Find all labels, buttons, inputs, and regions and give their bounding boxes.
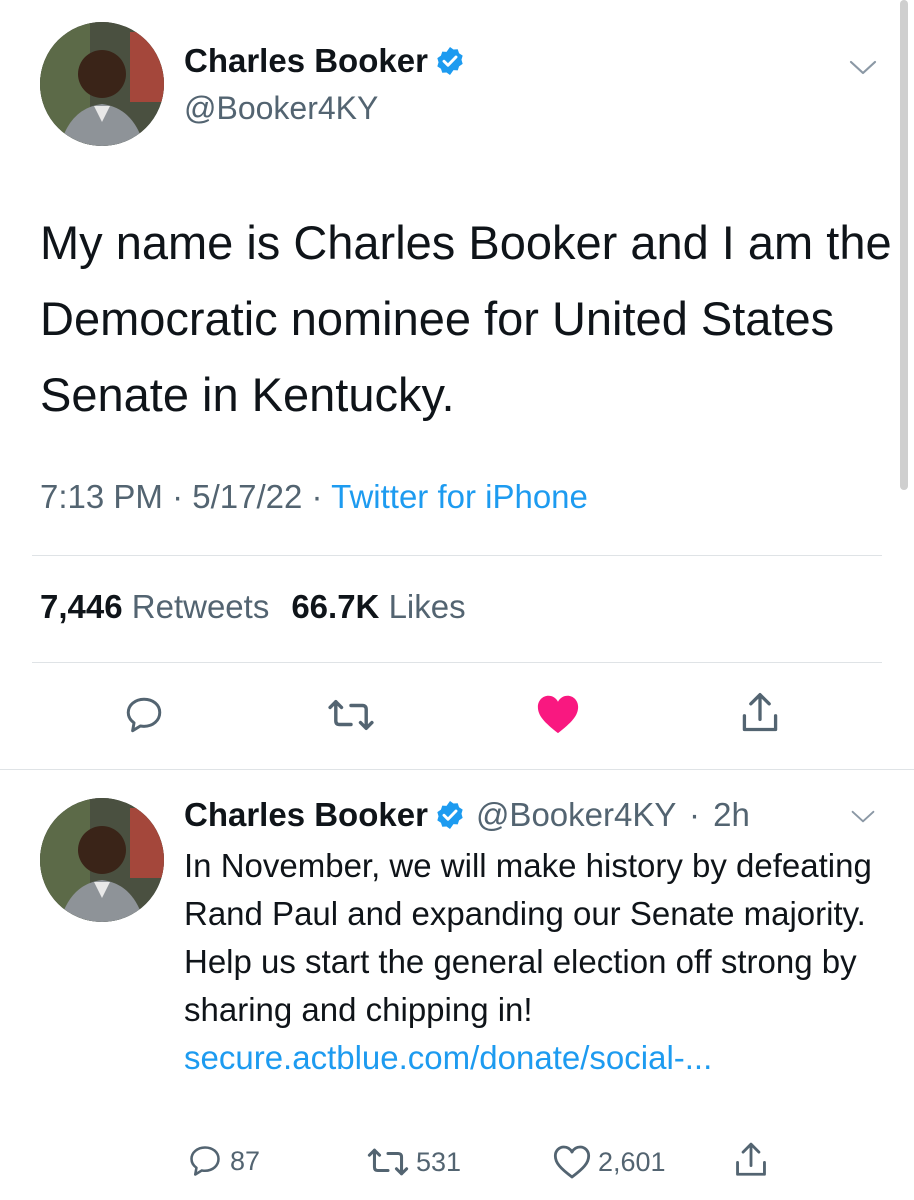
tweet-date: 5/17/22 <box>192 478 303 515</box>
divider <box>32 555 882 556</box>
author-name-text: Charles Booker <box>184 42 428 79</box>
reply-button[interactable] <box>122 694 166 736</box>
reply-age: 2h <box>713 796 750 833</box>
reply-author-handle[interactable]: @Booker4KY <box>476 796 676 833</box>
reply-reply-button[interactable]: 87 <box>186 1143 260 1179</box>
avatar-image <box>40 798 164 922</box>
reply-like-button[interactable]: 2,601 <box>552 1143 666 1181</box>
author-name[interactable]: Charles Booker <box>184 42 466 80</box>
retweet-count: 531 <box>416 1146 462 1177</box>
meta-separator: · <box>172 478 184 515</box>
retweet-arrows-icon <box>328 699 374 731</box>
reply-author-name[interactable]: Charles Booker <box>184 796 428 833</box>
meta-separator: · <box>688 796 700 833</box>
reply-header: Charles Booker @Booker4KY · 2h <box>184 796 750 834</box>
tweet-text: My name is Charles Booker and I am the D… <box>40 216 892 421</box>
scrollbar[interactable] <box>900 0 908 490</box>
divider <box>32 662 882 663</box>
meta-separator: · <box>311 478 323 515</box>
author-handle[interactable]: @Booker4KY <box>184 90 378 127</box>
share-upload-icon <box>742 693 778 732</box>
verified-badge-icon <box>434 799 466 831</box>
like-button[interactable] <box>535 692 581 736</box>
heart-icon <box>553 1145 591 1179</box>
retweet-button[interactable] <box>326 696 376 734</box>
reply-author-avatar[interactable] <box>40 798 164 922</box>
heart-icon <box>537 695 579 734</box>
retweet-arrows-icon <box>367 1148 409 1176</box>
tweet-time: 7:13 PM <box>40 478 163 515</box>
chevron-down-icon[interactable] <box>850 808 876 826</box>
retweets-stat[interactable]: 7,446 Retweets <box>40 588 269 625</box>
speech-bubble-icon <box>190 1146 220 1176</box>
reply-text-body: In November, we will make history by def… <box>184 847 872 1028</box>
likes-count: 66.7K <box>291 588 380 625</box>
reply-share-button[interactable] <box>732 1140 770 1180</box>
reply-count: 87 <box>230 1145 261 1176</box>
reply-tweet-text: In November, we will make history by def… <box>184 842 884 1082</box>
tweet-metadata: 7:13 PM · 5/17/22 · Twitter for iPhone <box>40 478 588 516</box>
likes-stat[interactable]: 66.7K Likes <box>291 588 465 625</box>
like-count: 2,601 <box>598 1146 666 1177</box>
divider <box>0 769 914 770</box>
tweet-source-link[interactable]: Twitter for iPhone <box>331 478 588 515</box>
tweet-detail-screen: Charles Booker @Booker4KY My name is Cha… <box>0 0 914 1200</box>
avatar-image <box>40 22 164 146</box>
speech-bubble-icon <box>126 697 162 733</box>
retweets-count: 7,446 <box>40 588 123 625</box>
author-avatar[interactable] <box>40 22 164 146</box>
likes-label: Likes <box>388 588 466 625</box>
chevron-down-icon[interactable] <box>848 58 878 78</box>
reply-retweet-button[interactable]: 531 <box>366 1145 461 1179</box>
donate-link[interactable]: secure.actblue.com/donate/social-... <box>184 1039 712 1076</box>
retweets-label: Retweets <box>131 588 270 625</box>
engagement-stats: 7,446 Retweets 66.7K Likes <box>40 588 466 626</box>
verified-badge-icon <box>434 45 466 77</box>
share-upload-icon <box>736 1142 766 1176</box>
share-button[interactable] <box>738 690 782 736</box>
